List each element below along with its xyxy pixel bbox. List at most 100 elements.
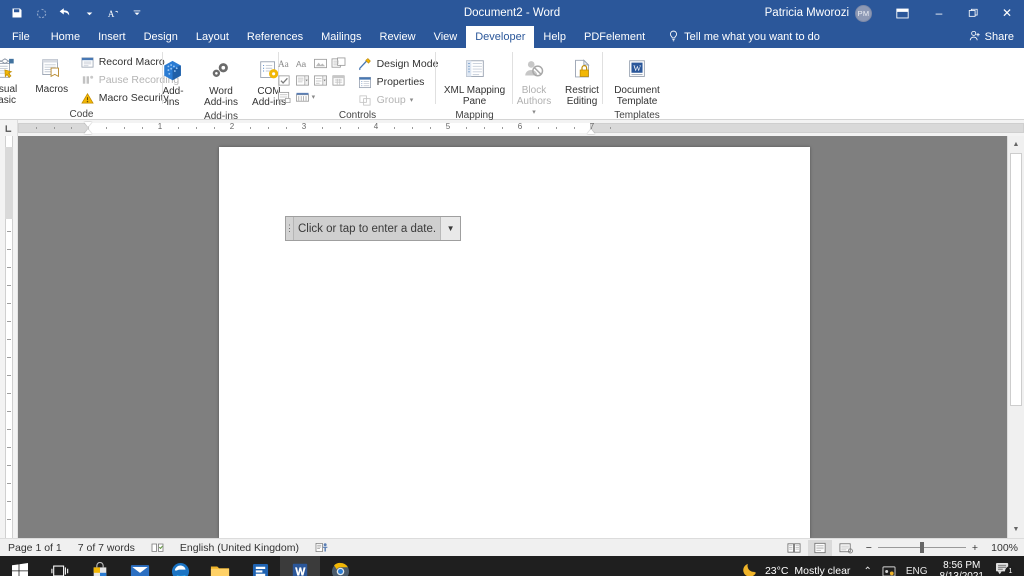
svg-text:W: W bbox=[633, 64, 641, 73]
design-mode-button[interactable]: Design Mode bbox=[355, 55, 442, 73]
tab-mailings[interactable]: Mailings bbox=[312, 26, 370, 48]
share-button[interactable]: Share bbox=[969, 26, 1024, 48]
file-explorer-button[interactable] bbox=[200, 556, 240, 576]
visual-basic-button[interactable]: Visual Basic bbox=[0, 52, 27, 108]
notifications-button[interactable]: 1 bbox=[991, 562, 1020, 576]
left-tab-stop-icon[interactable] bbox=[0, 120, 18, 136]
zoom-level[interactable]: 100% bbox=[986, 542, 1018, 554]
show-hidden-icons-icon[interactable] bbox=[877, 565, 901, 576]
left-indent-marker[interactable] bbox=[84, 129, 92, 134]
check-box-content-control-icon[interactable] bbox=[276, 72, 293, 88]
content-control-handle-icon[interactable]: ⋮ bbox=[286, 217, 294, 240]
zoom-in-button[interactable]: + bbox=[972, 542, 978, 554]
tab-pdfelement[interactable]: PDFelement bbox=[575, 26, 654, 48]
proofing-errors-icon[interactable] bbox=[143, 542, 172, 553]
macros-button[interactable]: Macros bbox=[29, 52, 75, 97]
legacy-tools-dropdown-icon[interactable]: ▾ bbox=[312, 93, 316, 101]
horizontal-ruler[interactable]: 1 2 3 4 5 6 7 bbox=[18, 120, 1024, 136]
task-view-button[interactable] bbox=[40, 556, 80, 576]
scrollbar-track[interactable] bbox=[1008, 153, 1024, 521]
picture-content-control-icon[interactable] bbox=[312, 55, 329, 71]
add-ins-button[interactable]: Add- ins bbox=[150, 54, 196, 110]
group-icon bbox=[358, 94, 373, 107]
repeating-section-content-control-icon[interactable] bbox=[276, 89, 293, 105]
plain-text-content-control-icon[interactable]: Aa bbox=[294, 55, 311, 71]
tab-help[interactable]: Help bbox=[534, 26, 575, 48]
controls-small-buttons: Design Mode Properties Group ▾ bbox=[351, 54, 442, 109]
block-authors-label-1: Block bbox=[522, 85, 546, 96]
tab-view[interactable]: View bbox=[425, 26, 467, 48]
tab-review[interactable]: Review bbox=[371, 26, 425, 48]
word-add-ins-label-2: Add-ins bbox=[204, 97, 238, 108]
word-add-ins-button[interactable]: Word Add-ins bbox=[198, 54, 244, 110]
language-indicator[interactable]: ENG bbox=[901, 566, 933, 576]
moon-icon bbox=[742, 561, 759, 576]
repeat-typing-icon[interactable]: A bbox=[102, 3, 124, 23]
read-mode-view-button[interactable] bbox=[782, 540, 806, 556]
restrict-editing-button[interactable]: Restrict Editing bbox=[559, 53, 605, 109]
save-icon[interactable] bbox=[6, 3, 28, 23]
xml-mapping-pane-button[interactable]: XML Mapping Pane bbox=[440, 53, 510, 109]
first-line-indent-marker[interactable] bbox=[84, 122, 92, 127]
rich-text-content-control-icon[interactable]: Aa bbox=[276, 55, 293, 71]
web-layout-view-button[interactable] bbox=[834, 540, 858, 556]
building-block-gallery-content-control-icon[interactable] bbox=[330, 55, 347, 71]
restore-button[interactable] bbox=[956, 0, 990, 26]
document-template-button[interactable]: W Document Template bbox=[607, 53, 667, 109]
date-picker-placeholder[interactable]: Click or tap to enter a date. bbox=[294, 217, 440, 240]
start-button[interactable] bbox=[0, 556, 40, 576]
undo-icon[interactable] bbox=[54, 3, 76, 23]
customize-quick-access-toolbar-icon[interactable] bbox=[126, 3, 148, 23]
minimize-button[interactable]: – bbox=[922, 0, 956, 26]
ribbon-display-options-icon[interactable] bbox=[882, 0, 922, 26]
undo-dropdown-icon[interactable] bbox=[78, 3, 100, 23]
tab-home[interactable]: Home bbox=[42, 26, 89, 48]
date-picker-content-control[interactable]: ⋮ Click or tap to enter a date. ▼ bbox=[285, 216, 461, 241]
zoom-slider[interactable]: − + bbox=[860, 542, 984, 554]
word-add-ins-icon bbox=[208, 56, 234, 86]
tell-me-search[interactable]: Tell me what you want to do bbox=[654, 26, 820, 48]
word-button[interactable] bbox=[280, 556, 320, 576]
date-picker-content-control-icon[interactable] bbox=[330, 72, 347, 88]
chevron-down-icon[interactable]: ▼ bbox=[440, 217, 460, 240]
scroll-up-button[interactable]: ▲ bbox=[1008, 136, 1024, 153]
print-layout-view-button[interactable] bbox=[808, 540, 832, 556]
mail-button[interactable] bbox=[120, 556, 160, 576]
tab-layout[interactable]: Layout bbox=[187, 26, 238, 48]
legacy-tools-icon[interactable] bbox=[294, 89, 311, 105]
edge-button[interactable] bbox=[160, 556, 200, 576]
tab-references[interactable]: References bbox=[238, 26, 312, 48]
browser-button[interactable] bbox=[320, 556, 360, 576]
zoom-track[interactable] bbox=[878, 547, 966, 548]
close-button[interactable]: ✕ bbox=[990, 0, 1024, 26]
microsoft-store-button[interactable] bbox=[80, 556, 120, 576]
scrollbar-thumb[interactable] bbox=[1010, 153, 1022, 406]
tab-design[interactable]: Design bbox=[135, 26, 187, 48]
combo-box-content-control-icon[interactable] bbox=[294, 72, 311, 88]
accessibility-checker-icon[interactable] bbox=[307, 542, 336, 553]
clock[interactable]: 8:56 PM 8/13/2021 bbox=[933, 560, 992, 576]
ribbon-group-mapping: XML Mapping Pane Mapping bbox=[436, 48, 513, 120]
zoom-thumb[interactable] bbox=[920, 542, 924, 553]
page-indicator[interactable]: Page 1 of 1 bbox=[0, 542, 70, 554]
tab-file[interactable]: File bbox=[0, 26, 42, 48]
zoom-out-button[interactable]: − bbox=[866, 542, 872, 554]
document-page[interactable]: ⋮ Click or tap to enter a date. ▼ bbox=[219, 147, 810, 538]
vertical-ruler[interactable] bbox=[0, 136, 18, 538]
block-authors-dropdown-icon: ▾ bbox=[532, 107, 536, 118]
word-count[interactable]: 7 of 7 words bbox=[70, 542, 143, 554]
properties-button[interactable]: Properties bbox=[355, 73, 442, 91]
right-indent-marker[interactable] bbox=[587, 129, 595, 134]
scroll-down-button[interactable]: ▼ bbox=[1008, 521, 1024, 538]
language-indicator[interactable]: English (United Kingdom) bbox=[172, 542, 307, 554]
autosave-icon[interactable] bbox=[30, 3, 52, 23]
document-canvas[interactable]: ⋮ Click or tap to enter a date. ▼ bbox=[18, 136, 1007, 538]
drop-down-list-content-control-icon[interactable] bbox=[312, 72, 329, 88]
show-hidden-icons-chevron[interactable]: ⌃ bbox=[858, 566, 876, 576]
avatar[interactable]: PM bbox=[855, 5, 872, 22]
vertical-scrollbar[interactable]: ▲ ▼ bbox=[1007, 136, 1024, 538]
app-button[interactable] bbox=[240, 556, 280, 576]
tab-insert[interactable]: Insert bbox=[89, 26, 135, 48]
tab-developer[interactable]: Developer bbox=[466, 26, 534, 48]
weather-widget[interactable]: 23°C Mostly clear bbox=[734, 561, 858, 576]
